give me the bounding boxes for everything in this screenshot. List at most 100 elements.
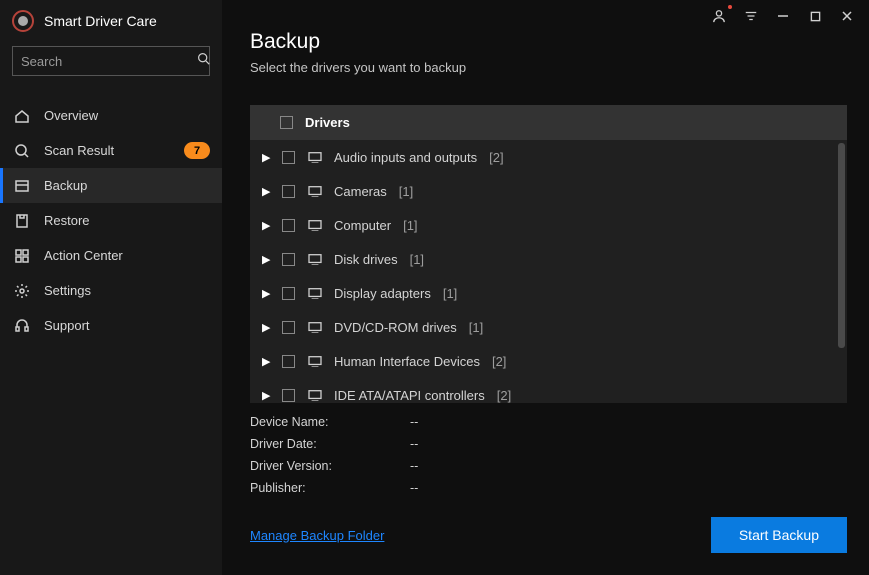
device-category-icon	[307, 321, 322, 333]
sidebar-item-overview[interactable]: Overview	[0, 98, 222, 133]
sidebar-item-label: Action Center	[44, 248, 123, 263]
driver-details: Device Name: -- Driver Date: -- Driver V…	[250, 415, 847, 495]
page-title: Backup	[250, 30, 841, 54]
detail-label-driver-version: Driver Version:	[250, 459, 410, 473]
device-category-icon	[307, 219, 322, 231]
sidebar-item-label: Support	[44, 318, 90, 333]
sidebar-item-support[interactable]: Support	[0, 308, 222, 343]
device-category-icon	[307, 389, 322, 401]
driver-count: [1]	[410, 252, 424, 267]
headset-icon	[14, 318, 30, 334]
sidebar-item-label: Settings	[44, 283, 91, 298]
sidebar-nav: Overview Scan Result 7 Backup Restore Ac…	[0, 98, 222, 343]
driver-checkbox[interactable]	[282, 219, 295, 232]
device-category-icon	[307, 287, 322, 299]
search-input[interactable]	[21, 54, 197, 69]
sidebar-item-label: Overview	[44, 108, 98, 123]
expand-arrow-icon[interactable]: ▶	[262, 253, 270, 266]
backup-icon	[14, 178, 30, 194]
user-icon[interactable]	[705, 6, 733, 26]
sidebar-item-action-center[interactable]: Action Center	[0, 238, 222, 273]
device-category-icon	[307, 355, 322, 367]
expand-arrow-icon[interactable]: ▶	[262, 389, 270, 402]
driver-count: [1]	[403, 218, 417, 233]
expand-arrow-icon[interactable]: ▶	[262, 151, 270, 164]
sidebar-item-settings[interactable]: Settings	[0, 273, 222, 308]
minimize-button[interactable]	[769, 6, 797, 26]
badge-count: 7	[184, 142, 210, 159]
detail-value-publisher: --	[410, 481, 847, 495]
main-panel: Backup Select the drivers you want to ba…	[222, 0, 869, 575]
detail-label-publisher: Publisher:	[250, 481, 410, 495]
search-box[interactable]	[12, 46, 210, 76]
restore-icon	[14, 213, 30, 229]
driver-row[interactable]: ▶ Computer [1]	[250, 208, 847, 242]
driver-checkbox[interactable]	[282, 355, 295, 368]
titlebar	[705, 0, 869, 28]
bottom-bar: Manage Backup Folder Start Backup	[250, 517, 847, 553]
detail-value-device-name: --	[410, 415, 847, 429]
driver-checkbox[interactable]	[282, 151, 295, 164]
expand-arrow-icon[interactable]: ▶	[262, 219, 270, 232]
search-icon[interactable]	[197, 52, 210, 70]
driver-checkbox[interactable]	[282, 389, 295, 402]
device-category-icon	[307, 151, 322, 163]
scrollbar-track	[838, 143, 845, 348]
scrollbar-thumb[interactable]	[838, 143, 845, 348]
maximize-button[interactable]	[801, 6, 829, 26]
grid-icon	[14, 248, 30, 264]
page-subtitle: Select the drivers you want to backup	[250, 60, 841, 75]
app-logo-row: Smart Driver Care	[0, 0, 222, 46]
driver-checkbox[interactable]	[282, 321, 295, 334]
driver-name: Audio inputs and outputs	[334, 150, 477, 165]
expand-arrow-icon[interactable]: ▶	[262, 321, 270, 334]
driver-count: [2]	[489, 150, 503, 165]
app-title: Smart Driver Care	[44, 13, 157, 29]
sidebar: Smart Driver Care Overview Scan Result 7…	[0, 0, 222, 575]
sidebar-item-label: Restore	[44, 213, 90, 228]
manage-backup-folder-link[interactable]: Manage Backup Folder	[250, 528, 384, 543]
sidebar-item-scan-result[interactable]: Scan Result 7	[0, 133, 222, 168]
detail-label-device-name: Device Name:	[250, 415, 410, 429]
select-all-checkbox[interactable]	[280, 116, 293, 129]
drivers-header: Drivers	[250, 105, 847, 140]
detail-label-driver-date: Driver Date:	[250, 437, 410, 451]
drivers-panel: Drivers ▶ Audio inputs and outputs [2] ▶ Ca…	[250, 105, 847, 403]
drivers-list: ▶ Audio inputs and outputs [2] ▶ Cameras [1…	[250, 140, 847, 403]
notification-dot	[728, 5, 732, 9]
menu-icon[interactable]	[737, 6, 765, 26]
sidebar-item-label: Scan Result	[44, 143, 114, 158]
driver-row[interactable]: ▶IDE ATA/ATAPI controllers [2]	[250, 378, 847, 403]
driver-name: Computer	[334, 218, 391, 233]
detail-value-driver-date: --	[410, 437, 847, 451]
expand-arrow-icon[interactable]: ▶	[262, 287, 270, 300]
driver-name: Cameras	[334, 184, 387, 199]
home-icon	[14, 108, 30, 124]
driver-row[interactable]: ▶ Human Interface Devices [2]	[250, 344, 847, 378]
device-category-icon	[307, 185, 322, 197]
driver-count: [2]	[497, 388, 511, 403]
driver-name: Disk drives	[334, 252, 398, 267]
driver-name: Display adapters	[334, 286, 431, 301]
driver-row[interactable]: ▶ Disk drives [1]	[250, 242, 847, 276]
driver-name: Human Interface Devices	[334, 354, 480, 369]
driver-checkbox[interactable]	[282, 253, 295, 266]
expand-arrow-icon[interactable]: ▶	[262, 185, 270, 198]
drivers-header-label: Drivers	[305, 115, 350, 130]
driver-row[interactable]: ▶Cameras [1]	[250, 174, 847, 208]
close-button[interactable]	[833, 6, 861, 26]
sidebar-item-restore[interactable]: Restore	[0, 203, 222, 238]
expand-arrow-icon[interactable]: ▶	[262, 355, 270, 368]
driver-count: [2]	[492, 354, 506, 369]
driver-checkbox[interactable]	[282, 287, 295, 300]
driver-row[interactable]: ▶ Audio inputs and outputs [2]	[250, 140, 847, 174]
driver-name: DVD/CD-ROM drives	[334, 320, 457, 335]
scan-icon	[14, 143, 30, 159]
driver-row[interactable]: ▶DVD/CD-ROM drives [1]	[250, 310, 847, 344]
driver-row[interactable]: ▶ Display adapters [1]	[250, 276, 847, 310]
app-logo-icon	[12, 10, 34, 32]
sidebar-item-backup[interactable]: Backup	[0, 168, 222, 203]
driver-count: [1]	[443, 286, 457, 301]
start-backup-button[interactable]: Start Backup	[711, 517, 847, 553]
driver-checkbox[interactable]	[282, 185, 295, 198]
